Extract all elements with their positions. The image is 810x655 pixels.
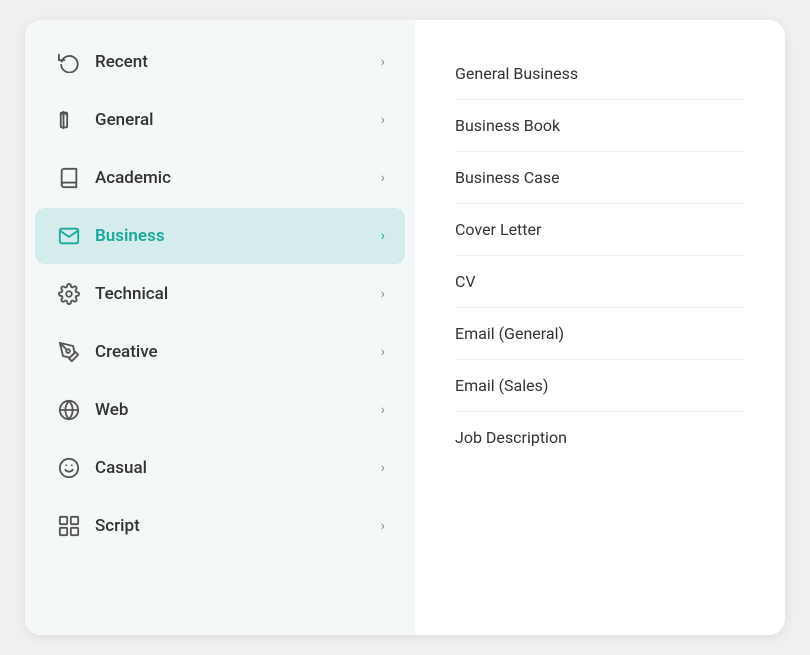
content-item[interactable]: Job Description (455, 412, 745, 463)
sidebar-item-technical[interactable]: Technical › (35, 266, 405, 322)
chevron-right-icon: › (381, 228, 385, 244)
academic-icon (55, 164, 83, 192)
chevron-right-icon: › (381, 286, 385, 302)
sidebar-item-creative[interactable]: Creative › (35, 324, 405, 380)
script-icon (55, 512, 83, 540)
chevron-right-icon: › (381, 344, 385, 360)
sidebar-item-web[interactable]: Web › (35, 382, 405, 438)
content-item[interactable]: CV (455, 256, 745, 308)
sidebar-item-general[interactable]: General › (35, 92, 405, 148)
chevron-right-icon: › (381, 170, 385, 186)
sidebar-item-business[interactable]: Business › (35, 208, 405, 264)
sidebar: Recent › General › (25, 20, 415, 635)
content-item[interactable]: Email (Sales) (455, 360, 745, 412)
recent-icon (55, 48, 83, 76)
sidebar-item-script-label: Script (95, 516, 381, 536)
app-container: Recent › General › (0, 0, 810, 655)
sidebar-item-casual[interactable]: Casual › (35, 440, 405, 496)
sidebar-item-academic-label: Academic (95, 168, 381, 188)
sidebar-item-creative-label: Creative (95, 342, 381, 362)
chevron-right-icon: › (381, 112, 385, 128)
chevron-right-icon: › (381, 518, 385, 534)
technical-icon (55, 280, 83, 308)
content-panel: General BusinessBusiness BookBusiness Ca… (415, 20, 785, 635)
sidebar-item-business-label: Business (95, 226, 381, 246)
casual-icon (55, 454, 83, 482)
general-icon (55, 106, 83, 134)
web-icon (55, 396, 83, 424)
content-item[interactable]: Business Case (455, 152, 745, 204)
business-icon (55, 222, 83, 250)
main-panel: Recent › General › (25, 20, 785, 635)
content-item[interactable]: Business Book (455, 100, 745, 152)
chevron-right-icon: › (381, 402, 385, 418)
sidebar-item-casual-label: Casual (95, 458, 381, 478)
sidebar-item-general-label: General (95, 110, 381, 130)
content-item[interactable]: Email (General) (455, 308, 745, 360)
content-item[interactable]: General Business (455, 48, 745, 100)
sidebar-item-recent[interactable]: Recent › (35, 34, 405, 90)
content-list: General BusinessBusiness BookBusiness Ca… (455, 48, 745, 463)
creative-icon (55, 338, 83, 366)
sidebar-item-recent-label: Recent (95, 52, 381, 72)
sidebar-item-academic[interactable]: Academic › (35, 150, 405, 206)
chevron-right-icon: › (381, 54, 385, 70)
sidebar-item-technical-label: Technical (95, 284, 381, 304)
content-item[interactable]: Cover Letter (455, 204, 745, 256)
sidebar-item-web-label: Web (95, 400, 381, 420)
sidebar-item-script[interactable]: Script › (35, 498, 405, 554)
chevron-right-icon: › (381, 460, 385, 476)
